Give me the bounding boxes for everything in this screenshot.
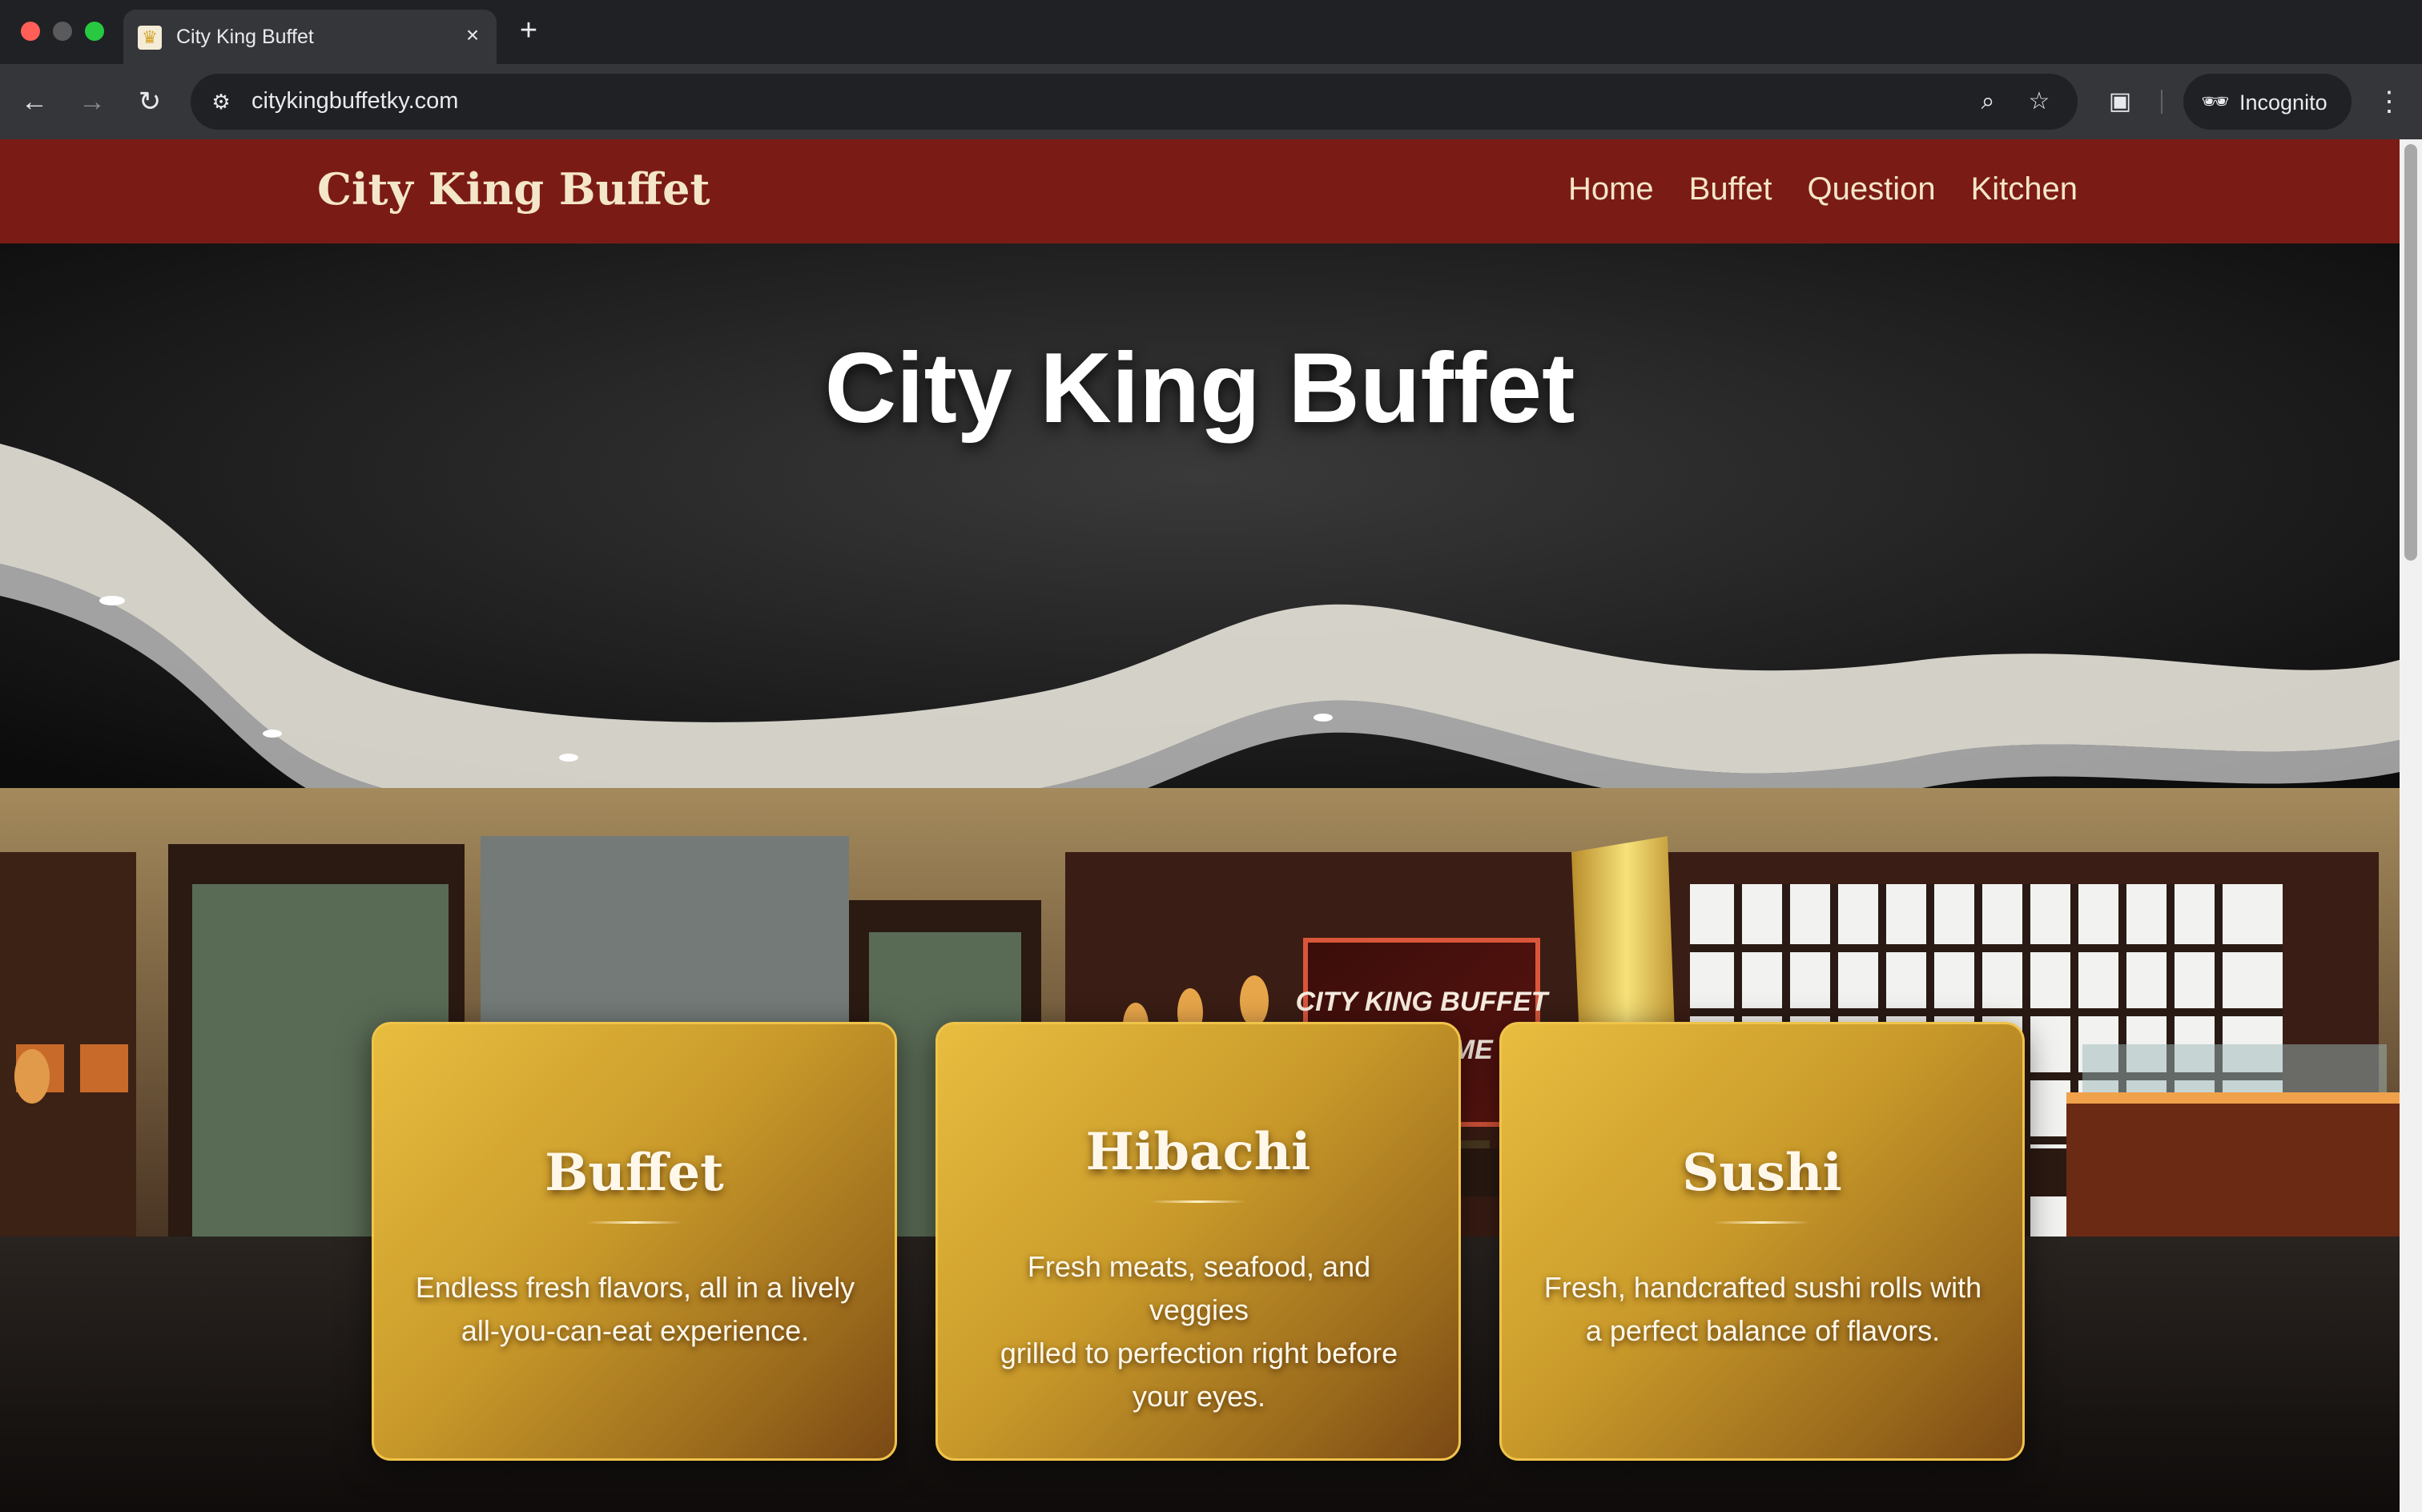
card-description-line: Fresh, handcrafted sushi rolls with xyxy=(1543,1271,1982,1304)
site-nav: Home Buffet Question Kitchen xyxy=(1568,171,2078,207)
zoom-icon[interactable]: ⌕ xyxy=(1972,86,2004,118)
browser-toolbar: ← → ↻ ⚙ citykingbuffetky.com ⌕ ☆ ▣ 🕶 Inc… xyxy=(0,64,2422,139)
nav-link-home[interactable]: Home xyxy=(1568,171,1654,207)
page-scrollbar[interactable] xyxy=(2400,139,2422,1512)
card-description: Endless fresh flavors, all in a lively a… xyxy=(414,1266,856,1353)
card-description-line: Endless fresh flavors, all in a lively xyxy=(415,1271,855,1304)
incognito-profile-button[interactable]: 🕶 Incognito xyxy=(2183,74,2352,130)
url-text[interactable]: citykingbuffetky.com xyxy=(251,88,458,115)
site-header: City King Buffet Home Buffet Question Ki… xyxy=(0,139,2400,243)
card-description: Fresh, handcrafted sushi rolls with a pe… xyxy=(1542,1266,1984,1353)
browser-tab-active[interactable]: ♛ City King Buffet × xyxy=(123,10,497,64)
card-buffet[interactable]: Buffet Endless fresh flavors, all in a l… xyxy=(372,1022,897,1461)
new-tab-button[interactable]: + xyxy=(513,14,545,46)
card-title: Buffet xyxy=(545,1143,724,1203)
card-title: Hibachi xyxy=(1085,1122,1311,1182)
browser-menu-icon[interactable]: ⋮ xyxy=(2371,83,2408,120)
card-description-line: Fresh meats, seafood, and veggies xyxy=(1027,1250,1371,1326)
address-bar[interactable]: ⚙ citykingbuffetky.com ⌕ ☆ xyxy=(191,74,2078,130)
card-description: Fresh meats, seafood, and veggies grille… xyxy=(978,1245,1420,1418)
page-viewport: City King Buffet Home Buffet Question Ki… xyxy=(0,139,2400,1512)
forward-arrow-icon[interactable]: → xyxy=(74,83,111,120)
reload-icon[interactable]: ↻ xyxy=(131,83,168,120)
maximize-window-button[interactable] xyxy=(85,22,104,41)
nav-link-question[interactable]: Question xyxy=(1807,171,1935,207)
card-title: Sushi xyxy=(1682,1143,1842,1203)
browser-tab-bar: ♛ City King Buffet × + xyxy=(0,0,2422,64)
welcome-sign-line1: CITY KING BUFFET xyxy=(1296,987,1551,1017)
card-description-line: grilled to perfection right before xyxy=(1000,1337,1398,1369)
close-tab-icon[interactable]: × xyxy=(458,21,487,50)
minimize-window-button[interactable] xyxy=(53,22,72,41)
card-divider xyxy=(1150,1200,1246,1203)
card-divider xyxy=(1714,1221,1810,1224)
incognito-icon: 🕶 xyxy=(2201,89,2230,114)
crown-favicon-icon: ♛ xyxy=(138,26,162,50)
close-window-button[interactable] xyxy=(21,22,40,41)
card-divider xyxy=(586,1221,682,1224)
media-search-icon[interactable]: ▣ xyxy=(2102,83,2138,120)
nav-link-kitchen[interactable]: Kitchen xyxy=(1971,171,2078,207)
hero-title: City King Buffet xyxy=(824,333,1575,444)
toolbar-divider xyxy=(2161,90,2162,114)
site-info-icon[interactable]: ⚙ xyxy=(205,86,237,118)
tab-title: City King Buffet xyxy=(176,26,314,48)
back-arrow-icon[interactable]: ← xyxy=(16,83,53,120)
nav-link-buffet[interactable]: Buffet xyxy=(1689,171,1772,207)
scrollbar-thumb[interactable] xyxy=(2404,144,2417,561)
card-sushi[interactable]: Sushi Fresh, handcrafted sushi rolls wit… xyxy=(1499,1022,2025,1461)
site-logo[interactable]: City King Buffet xyxy=(317,163,710,215)
card-description-line: a perfect balance of flavors. xyxy=(1585,1314,1941,1347)
incognito-label: Incognito xyxy=(2239,90,2327,115)
card-hibachi[interactable]: Hibachi Fresh meats, seafood, and veggie… xyxy=(935,1022,1461,1461)
bookmark-star-icon[interactable]: ☆ xyxy=(2023,86,2055,118)
card-description-line: your eyes. xyxy=(1132,1380,1266,1413)
card-description-line: all-you-can-eat experience. xyxy=(461,1314,810,1347)
